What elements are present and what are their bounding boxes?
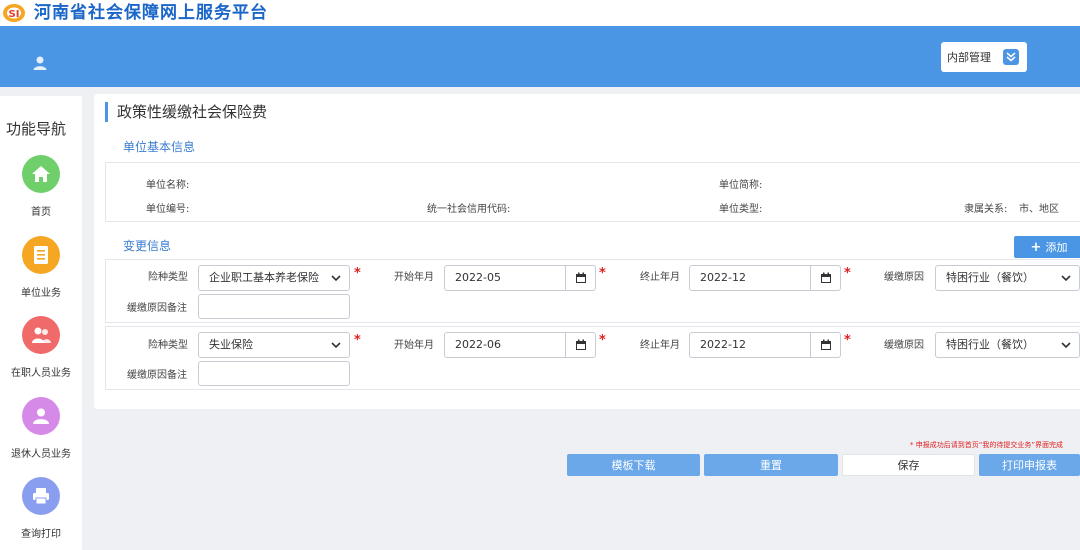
print-form-button[interactable]: 打印申报表: [979, 454, 1080, 476]
calendar-icon[interactable]: [565, 333, 595, 357]
internal-admin-button[interactable]: 内部管理: [941, 42, 1027, 72]
defer-reason-label: 缓缴原因: [884, 340, 924, 351]
required-mark: *: [844, 333, 851, 348]
document-icon: [22, 236, 60, 274]
sidebar-item-retiree-business[interactable]: 退休人员业务: [0, 397, 82, 460]
sidebar-title: 功能导航: [6, 120, 67, 138]
basic-info-box: [105, 162, 1080, 222]
end-month-input[interactable]: 2022-12: [689, 332, 841, 358]
unit-name-label: 单位名称:: [146, 180, 190, 191]
add-button-label: 添加: [1045, 241, 1068, 254]
page-title: 政策性缓缴社会保险费: [105, 102, 267, 122]
required-mark: *: [844, 266, 851, 281]
sidebar-item-label: 首页: [31, 207, 51, 218]
top-banner: SI 河南省社会保障网上服务平台: [0, 0, 1080, 26]
logo-icon: SI: [3, 4, 25, 22]
site-title: 河南省社会保障网上服务平台: [34, 3, 268, 23]
defer-reason-select[interactable]: 特困行业（餐饮）: [935, 265, 1080, 291]
start-month-value: 2022-06: [455, 338, 501, 351]
sidebar-item-query-print[interactable]: 查询打印: [0, 477, 82, 540]
template-download-button[interactable]: 模板下载: [567, 454, 700, 476]
required-mark: *: [599, 266, 606, 281]
defer-remark-input[interactable]: [198, 294, 350, 319]
chevron-down-icon: [1003, 49, 1019, 65]
basic-info-section-title: 单位基本信息: [123, 140, 196, 154]
end-month-input[interactable]: 2022-12: [689, 265, 841, 291]
defer-remark-label: 缓缴原因备注: [127, 370, 187, 381]
printer-icon: [22, 477, 60, 515]
people-icon: [22, 316, 60, 354]
reset-button[interactable]: 重置: [704, 454, 838, 476]
defer-reason-value: 特困行业（餐饮）: [946, 271, 1034, 284]
chevron-down-icon: [331, 342, 341, 349]
defer-reason-select[interactable]: 特困行业（餐饮）: [935, 332, 1080, 358]
required-mark: *: [354, 333, 361, 348]
insurance-type-label: 险种类型: [148, 272, 188, 283]
affiliation-label: 隶属关系:: [964, 204, 1008, 215]
insurance-type-value: 企业职工基本养老保险: [209, 271, 319, 284]
chevron-down-icon: [1061, 275, 1071, 282]
insurance-type-select[interactable]: 企业职工基本养老保险: [198, 265, 350, 291]
person-icon: [22, 397, 60, 435]
required-mark: *: [599, 333, 606, 348]
change-info-section-title: 变更信息: [123, 239, 172, 253]
sidebar-item-label: 在职人员业务: [11, 368, 71, 379]
end-month-value: 2022-12: [700, 271, 746, 284]
save-button[interactable]: 保存: [842, 454, 975, 476]
start-month-input[interactable]: 2022-05: [444, 265, 596, 291]
chevron-down-icon: [331, 275, 341, 282]
internal-admin-label: 内部管理: [947, 51, 991, 64]
calendar-icon[interactable]: [565, 266, 595, 290]
start-month-input[interactable]: 2022-06: [444, 332, 596, 358]
sidebar-item-label: 单位业务: [21, 288, 61, 299]
start-month-value: 2022-05: [455, 271, 501, 284]
insurance-type-value: 失业保险: [209, 338, 253, 351]
plus-icon: +: [1030, 239, 1042, 255]
insurance-type-label: 险种类型: [148, 340, 188, 351]
calendar-icon[interactable]: [810, 333, 840, 357]
unit-number-label: 单位编号:: [146, 204, 190, 215]
required-mark: *: [354, 266, 361, 281]
start-month-label: 开始年月: [394, 272, 434, 283]
svg-text:SI: SI: [9, 9, 20, 20]
defer-reason-label: 缓缴原因: [884, 272, 924, 283]
sidebar-item-unit-business[interactable]: 单位业务: [0, 236, 82, 299]
header-bar: [0, 26, 1080, 87]
sidebar-item-home[interactable]: 首页: [0, 155, 82, 218]
start-month-label: 开始年月: [394, 340, 434, 351]
user-icon[interactable]: [32, 55, 48, 71]
sidebar-item-label: 查询打印: [21, 529, 61, 540]
defer-remark-label: 缓缴原因备注: [127, 303, 187, 314]
credit-code-label: 统一社会信用代码:: [427, 204, 511, 215]
unit-type-label: 单位类型:: [719, 204, 763, 215]
add-button[interactable]: + 添加: [1014, 236, 1080, 258]
chevron-down-icon: [1061, 342, 1071, 349]
unit-short-name-label: 单位简称:: [719, 180, 763, 191]
sidebar-item-label: 退休人员业务: [11, 449, 71, 460]
end-month-label: 终止年月: [640, 340, 680, 351]
home-icon: [22, 155, 60, 193]
end-month-value: 2022-12: [700, 338, 746, 351]
end-month-label: 终止年月: [640, 272, 680, 283]
calendar-icon[interactable]: [810, 266, 840, 290]
notice-text: * 申报成功后请到首页“我的待提交业务”界面完成: [910, 441, 1063, 449]
insurance-type-select[interactable]: 失业保险: [198, 332, 350, 358]
defer-reason-value: 特困行业（餐饮）: [946, 338, 1034, 351]
sidebar-item-employee-business[interactable]: 在职人员业务: [0, 316, 82, 379]
affiliation-value: 市、地区: [1019, 204, 1059, 215]
defer-remark-input[interactable]: [198, 361, 350, 386]
